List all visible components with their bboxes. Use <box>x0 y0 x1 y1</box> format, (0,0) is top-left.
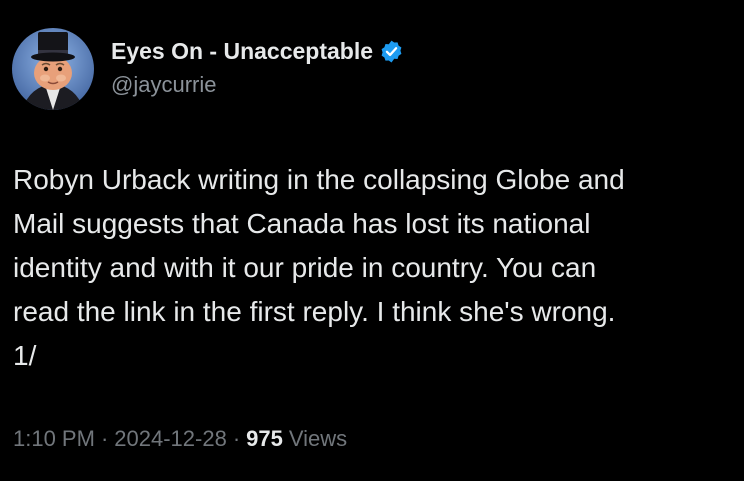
tweet-meta: 1:10 PM · 2024-12-28 · 975 Views <box>13 426 347 452</box>
meta-separator: · <box>232 426 241 451</box>
tweet-card: Eyes On - Unacceptable @jaycurrie Robyn … <box>0 0 744 481</box>
meta-separator: · <box>100 426 109 451</box>
avatar[interactable] <box>12 28 94 110</box>
top-hat-character-avatar-icon <box>12 28 94 110</box>
author-display-name[interactable]: Eyes On - Unacceptable <box>111 38 373 65</box>
views-label: Views <box>288 426 348 451</box>
tweet-time[interactable]: 1:10 PM <box>13 426 95 452</box>
tweet-text: Robyn Urback writing in the collapsing G… <box>13 164 625 371</box>
verified-badge-icon <box>379 39 404 64</box>
author-name-row: Eyes On - Unacceptable <box>111 36 404 66</box>
views-count[interactable]: 975 <box>246 426 283 452</box>
author-handle[interactable]: @jaycurrie <box>111 72 216 98</box>
tweet-date[interactable]: 2024-12-28 <box>114 426 227 452</box>
